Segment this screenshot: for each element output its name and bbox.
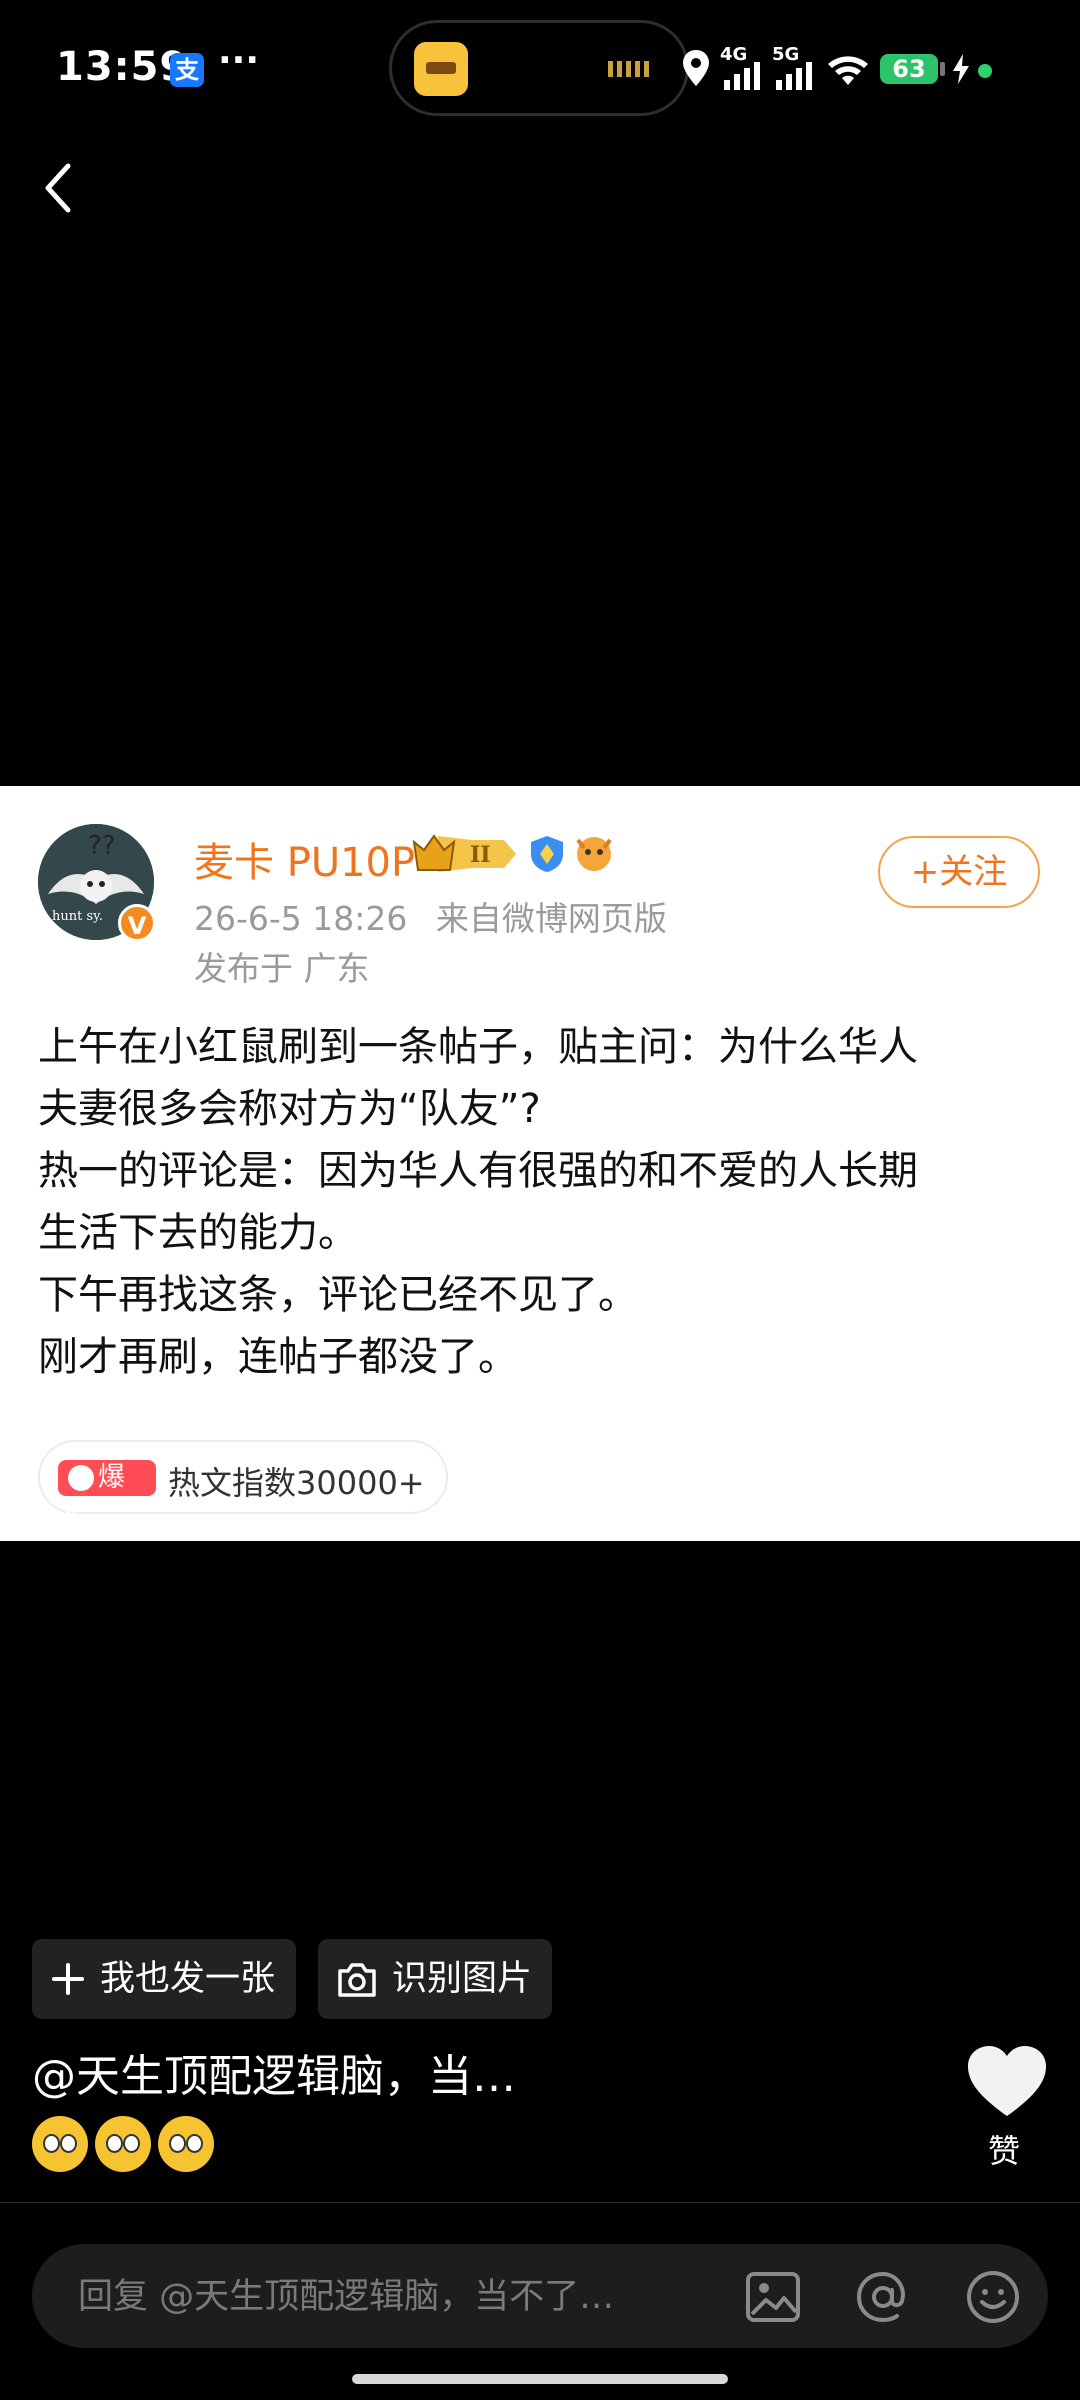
plus-icon	[52, 1963, 84, 1995]
reply-bar	[32, 2244, 1048, 2350]
post-body-line: 热一的评论是：因为华人有很强的和不爱的人长期	[38, 1148, 918, 1194]
charging-icon	[953, 54, 969, 84]
battery-level: 63	[892, 55, 926, 83]
hot-index-text: 热文指数30000+	[168, 1464, 425, 1502]
wifi-icon	[828, 56, 868, 85]
alipay-icon: 支	[170, 53, 204, 87]
signal-icon	[724, 62, 760, 90]
follow-button[interactable]: +关注	[878, 836, 1040, 908]
post-location: 发布于 广东	[194, 949, 370, 988]
back-button[interactable]	[40, 160, 90, 220]
post-body: 上午在小红鼠刷到一条帖子，贴主问：为什么华人 夫妻很多会称对方为“队友”? 热一…	[38, 1016, 1048, 1388]
status-time: 13:59	[56, 44, 189, 90]
more-notifications-icon: ···	[218, 40, 260, 81]
flame-icon	[68, 1465, 94, 1491]
crown-level-icon: II	[412, 834, 516, 872]
comment-emojis	[32, 2116, 221, 2172]
recognize-image-button[interactable]: 识别图片	[318, 1939, 552, 2019]
signal-icon	[776, 62, 812, 90]
post-one-button[interactable]: 我也发一张	[32, 1939, 296, 2019]
verified-badge: V	[118, 904, 156, 942]
comment-text[interactable]: @天生顶配逻辑脑，当…	[32, 2040, 516, 2104]
flushed-emoji-icon	[158, 2116, 214, 2172]
back-icon	[45, 163, 71, 213]
battery-tip	[940, 62, 945, 76]
post-body-line: 生活下去的能力。	[38, 1210, 358, 1256]
post-card: ?? hunt sy. V 麦卡 PU10P II 26-6-5 18:26 来…	[0, 786, 1080, 1541]
user-badges: II	[412, 826, 622, 880]
post-body-line: 上午在小红鼠刷到一条帖子，贴主问：为什么华人	[38, 1024, 918, 1070]
camera-icon	[338, 1963, 376, 1997]
flushed-emoji-icon	[95, 2116, 151, 2172]
post-body-line: 夫妻很多会称对方为“队友”?	[38, 1086, 541, 1132]
image-icon[interactable]	[744, 2268, 802, 2326]
like-label[interactable]: 赞	[988, 2126, 1020, 2172]
hot-index-pill[interactable]: 爆文 热文指数30000+	[38, 1440, 448, 1529]
audio-bars-icon	[608, 61, 656, 77]
post-timestamp: 26-6-5 18:26	[194, 899, 408, 938]
recognize-label: 识别图片	[392, 1959, 533, 1999]
hot-badge: 爆文	[58, 1460, 156, 1529]
post-source: 来自微博网页版	[435, 899, 667, 938]
post-one-label: 我也发一张	[100, 1959, 276, 1999]
status-indicators: 4G 5G 63	[680, 44, 1060, 92]
dynamic-island[interactable]	[389, 20, 689, 116]
svg-text:??: ??	[88, 831, 116, 861]
divider	[0, 2202, 1080, 2203]
post-body-line: 刚才再刷，连帖子都没了。	[38, 1334, 518, 1380]
home-indicator[interactable]	[352, 2374, 728, 2384]
heart-icon[interactable]	[966, 2044, 1048, 2120]
shield-badge-icon	[531, 836, 563, 872]
emoji-icon[interactable]	[964, 2268, 1022, 2326]
at-icon[interactable]	[854, 2268, 912, 2326]
pet-badge-icon	[576, 837, 612, 871]
privacy-dot-icon	[978, 64, 992, 78]
flushed-emoji-icon	[32, 2116, 88, 2172]
svg-text:II: II	[470, 842, 491, 868]
location-icon	[683, 50, 709, 86]
reply-input[interactable]	[76, 2244, 700, 2350]
post-meta: 26-6-5 18:26 来自微博网页版	[194, 892, 667, 940]
post-body-line: 下午再找这条，评论已经不见了。	[38, 1272, 638, 1318]
island-app-icon	[414, 42, 468, 96]
svg-text:hunt sy.: hunt sy.	[52, 909, 103, 924]
battery-icon: 63	[880, 54, 938, 84]
author-name[interactable]: 麦卡 PU10P	[194, 830, 415, 888]
